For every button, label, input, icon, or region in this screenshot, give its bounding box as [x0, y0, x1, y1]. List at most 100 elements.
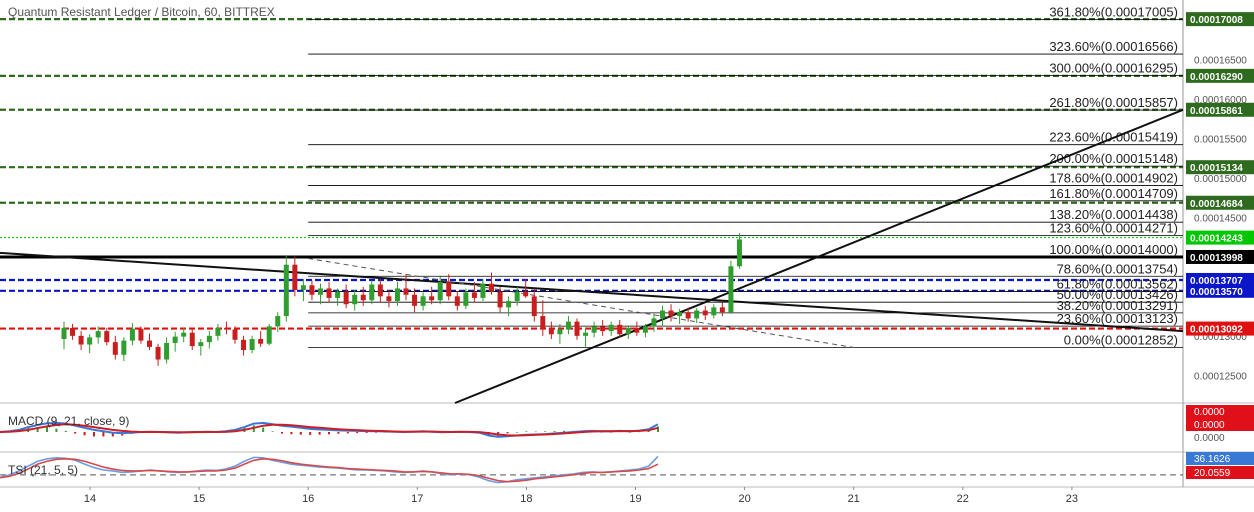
- candle-body: [660, 310, 665, 319]
- y-tick-label: 0.00015000: [1194, 174, 1247, 185]
- candle-body: [677, 312, 683, 317]
- candle-body: [600, 326, 606, 332]
- candle-body: [420, 296, 426, 306]
- candle-body: [642, 326, 648, 333]
- candle-body: [275, 316, 281, 327]
- candle-body: [198, 342, 204, 347]
- macd-histogram-bar: [102, 432, 105, 437]
- axis-layer: 0.000165000.000160000.000155000.00015000…: [84, 12, 1254, 505]
- macd-label: MACD (9, 21, close, 9): [8, 414, 130, 428]
- fib-level-label: 261.80%(0.00015857): [1049, 95, 1178, 110]
- candle-body: [172, 336, 178, 343]
- macd-histogram-bar: [55, 428, 58, 432]
- candle-body: [634, 327, 640, 333]
- y-tick-label: 0.00014500: [1194, 213, 1247, 224]
- price-tag-label: 0.00016290: [1190, 72, 1243, 83]
- candle-body: [736, 239, 742, 267]
- price-tag-label: 0.00013998: [1190, 253, 1243, 264]
- price-chart[interactable]: 361.80%(0.00017005) 323.60%(0.00016566) 30…: [0, 0, 1254, 507]
- candle-body: [258, 338, 264, 344]
- horizontal-levels-layer: [0, 18, 1183, 330]
- candle-body: [540, 316, 546, 328]
- macd-histogram-bar: [64, 430, 67, 432]
- candle-body: [574, 321, 580, 336]
- macd-histogram-bar: [553, 431, 556, 432]
- candle-body: [702, 310, 708, 316]
- candle-body: [377, 284, 383, 297]
- candle-body: [497, 291, 503, 308]
- macd-histogram-bar: [337, 432, 340, 434]
- candle-body: [531, 296, 537, 317]
- tsi-signal-line: [0, 458, 659, 483]
- price-tag-label: 0.00017008: [1190, 15, 1243, 26]
- candle-body: [557, 329, 563, 335]
- candle-body: [241, 339, 247, 351]
- macd-histogram-bar: [346, 432, 349, 434]
- chart-root: 361.80%(0.00017005) 323.60%(0.00016566) 30…: [0, 0, 1254, 507]
- candle-body: [463, 292, 469, 306]
- macd-value-label: 0.0000: [1194, 407, 1225, 418]
- price-tag-label: 0.00015861: [1190, 106, 1243, 117]
- macd-histogram-bar: [318, 432, 321, 435]
- candle-body: [78, 335, 84, 345]
- candle-body: [728, 266, 734, 313]
- x-tick-label: 15: [193, 493, 205, 505]
- candle-body: [318, 288, 323, 295]
- macd-histogram-bar: [356, 432, 359, 434]
- candle-body: [112, 342, 118, 355]
- macd-histogram-bar: [262, 427, 265, 432]
- candle-body: [506, 301, 512, 308]
- candle-body: [394, 288, 400, 302]
- fib-level-label: 123.60%(0.00014271): [1049, 220, 1178, 235]
- candle-body: [309, 285, 315, 295]
- candle-body: [215, 327, 221, 336]
- candle-body: [480, 283, 486, 298]
- candle-body: [651, 318, 657, 327]
- candle-body: [412, 294, 418, 306]
- candle-body: [711, 307, 717, 316]
- candle-body: [591, 326, 597, 333]
- macd-histogram-bar: [534, 431, 537, 433]
- macd-histogram-bar: [516, 432, 518, 433]
- x-tick-label: 21: [848, 493, 860, 505]
- candle-body: [61, 327, 67, 339]
- candle-body: [87, 337, 93, 345]
- candle-body: [70, 327, 76, 336]
- macd-histogram-bar: [271, 431, 274, 432]
- candle-body: [104, 331, 110, 343]
- fib-level-label: 78.60%(0.00013754): [1057, 261, 1178, 276]
- macd-histogram-bar: [281, 432, 283, 434]
- candle-body: [668, 310, 674, 317]
- fib-level-label: 361.80%(0.00017005): [1049, 4, 1178, 19]
- price-tag-label: 0.00013570: [1190, 287, 1243, 298]
- candle-body: [437, 282, 443, 301]
- candle-body: [719, 307, 725, 313]
- fib-level-label: 323.60%(0.00016566): [1049, 39, 1178, 54]
- price-tag-label: 0.00015134: [1190, 163, 1243, 174]
- candle-body: [548, 327, 554, 335]
- candle-body: [121, 340, 127, 355]
- candle-body: [360, 294, 366, 301]
- candle-body: [685, 312, 691, 319]
- candle-body: [129, 328, 135, 341]
- macd-histogram-bar: [93, 432, 95, 437]
- macd-histogram-bar: [299, 432, 302, 435]
- macd-value-label: 0.0000: [1194, 433, 1225, 444]
- candle-body: [300, 285, 306, 291]
- y-tick-label: 0.00016500: [1194, 55, 1247, 66]
- candle-body: [565, 321, 571, 330]
- fib-level-label: 0.00%(0.00012852): [1064, 333, 1178, 348]
- macd-histogram-bar: [74, 432, 77, 434]
- candle-body: [446, 282, 452, 297]
- candle-body: [369, 284, 375, 301]
- fib-level-label: 300.00%(0.00016295): [1049, 60, 1178, 75]
- price-tag-label: 0.00014684: [1190, 199, 1243, 210]
- tsi-line: [0, 455, 659, 484]
- fib-level-label: 161.80%(0.00014709): [1049, 186, 1178, 201]
- candle-body: [181, 332, 187, 337]
- candle-body: [147, 340, 152, 347]
- tsi-label: TSI (21, 5, 5): [8, 463, 79, 477]
- candle-body: [189, 332, 195, 347]
- macd-value-label: 0.0000: [1194, 420, 1225, 431]
- candle-body: [155, 346, 161, 360]
